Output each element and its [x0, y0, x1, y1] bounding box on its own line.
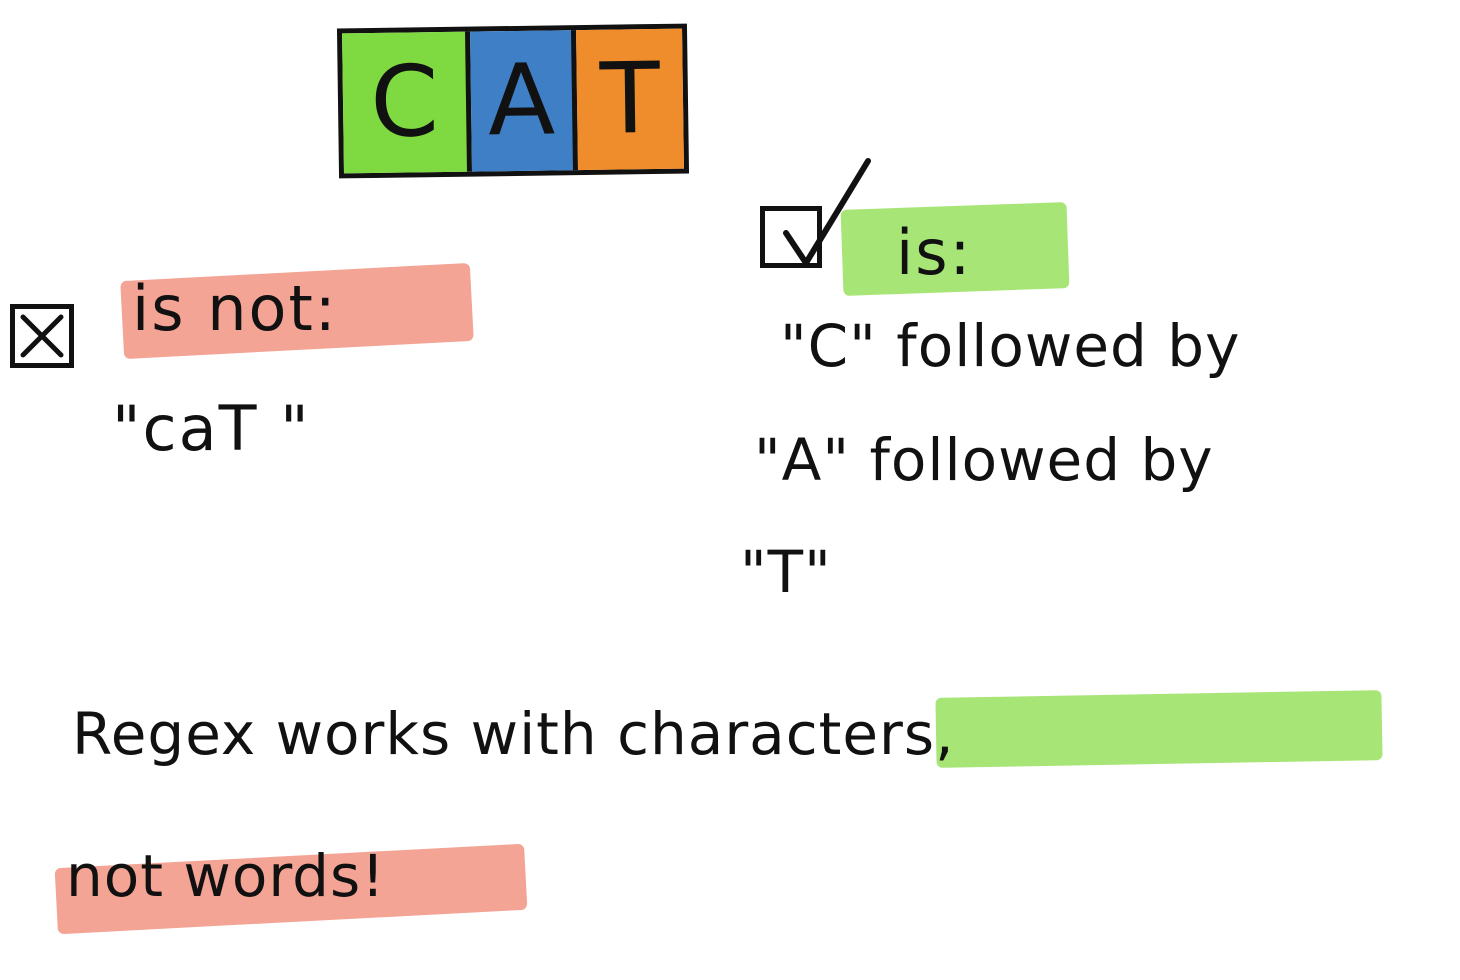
- rule-line-1: "C" followed by: [780, 312, 1241, 380]
- tile-letter-a: A: [470, 30, 578, 172]
- footer-line-2-suffix: !: [361, 842, 386, 910]
- check-checkbox-icon: [760, 158, 871, 268]
- footer-not-words: not words: [66, 842, 362, 910]
- tile-letter-c: C: [342, 31, 472, 174]
- footer-line-2: not words!: [66, 842, 385, 910]
- x-checkbox-icon: [10, 304, 74, 368]
- rule-line-2: "A" followed by: [754, 426, 1214, 494]
- tile-letter-t: T: [576, 28, 684, 171]
- not-example-text: "caT ": [112, 392, 311, 465]
- footer-characters-word: characters: [617, 700, 936, 768]
- footer-line-1-suffix: ,: [935, 700, 955, 768]
- is-label: is:: [896, 216, 973, 289]
- rule-line-3: "T": [740, 538, 832, 606]
- footer-line-1: Regex works with characters,: [72, 700, 955, 768]
- is-not-label: is not:: [132, 272, 338, 345]
- footer-line-1-prefix: Regex works with: [72, 700, 618, 768]
- cat-title-tiles: C A T: [336, 23, 690, 179]
- characters-highlight: [935, 690, 1383, 768]
